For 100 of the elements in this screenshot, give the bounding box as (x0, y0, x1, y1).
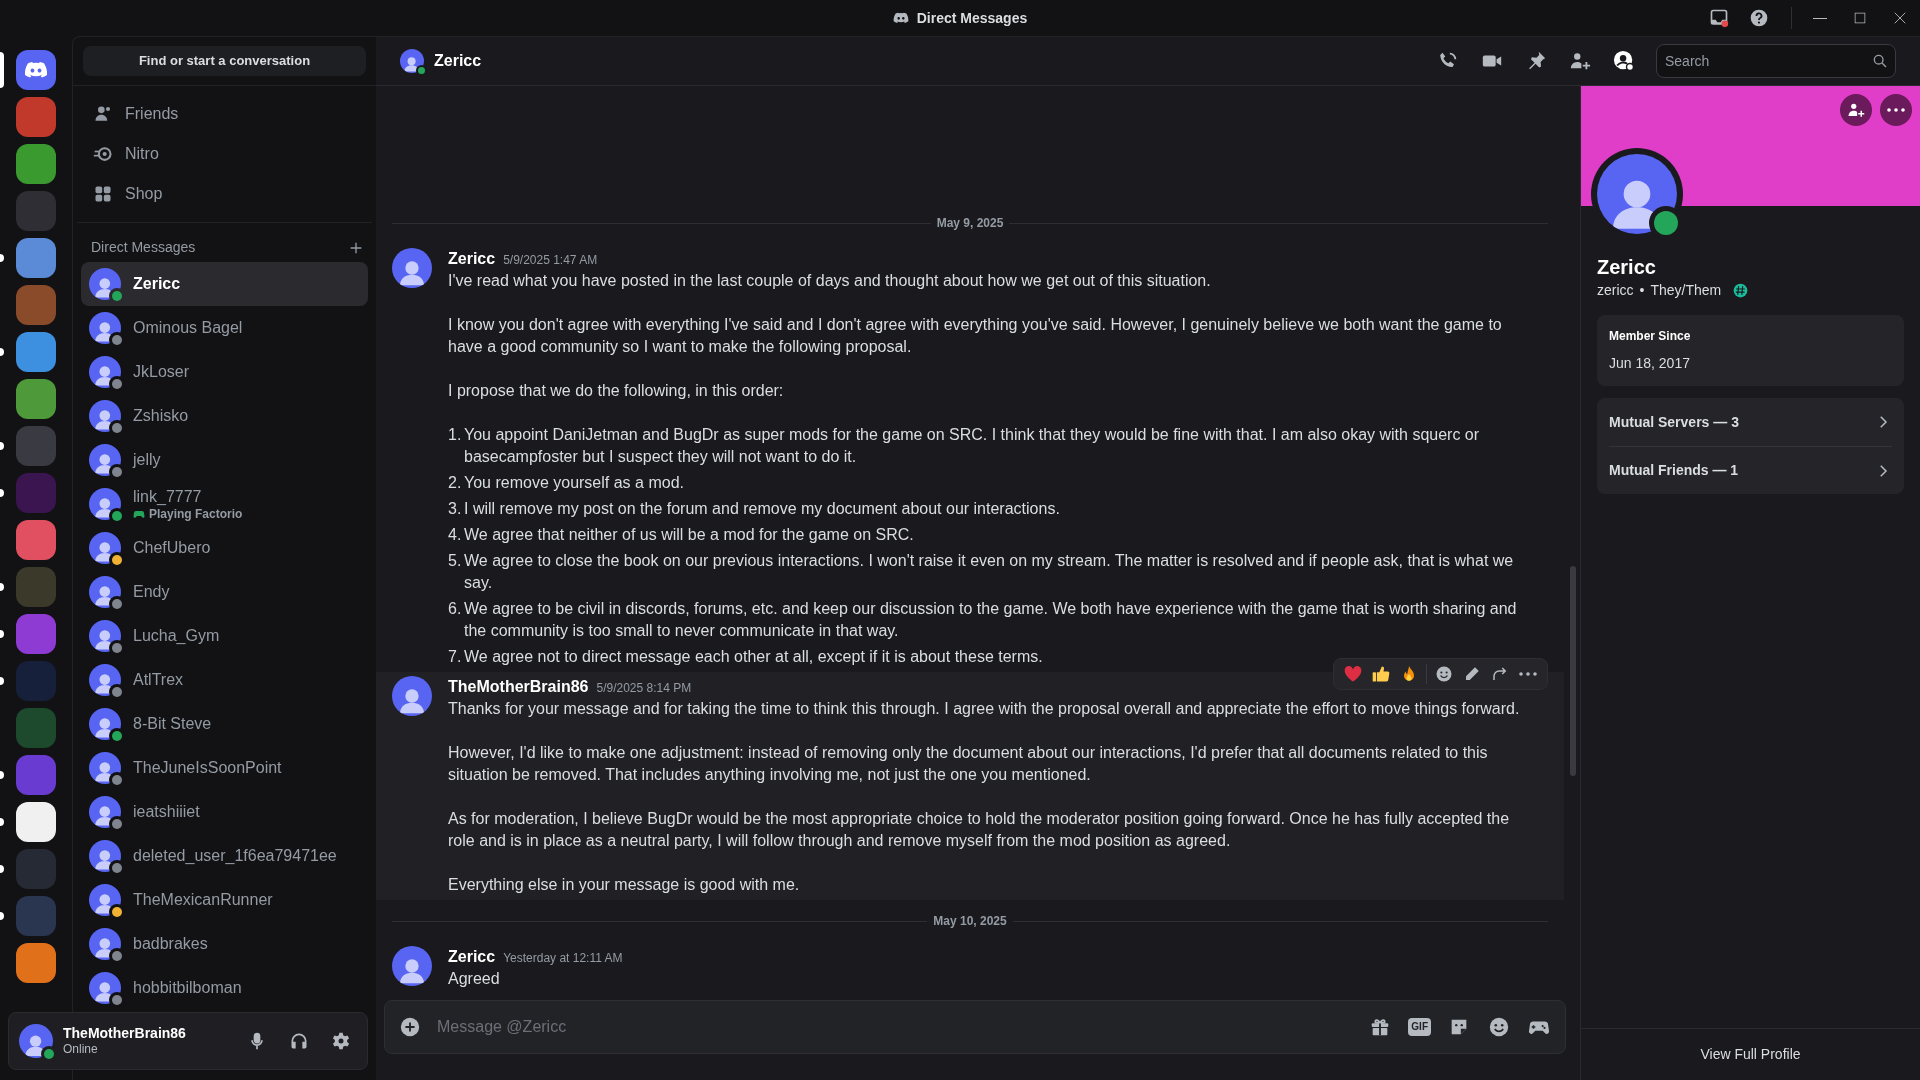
more-icon (1519, 672, 1537, 676)
find-conversation-button[interactable]: Find or start a conversation (83, 46, 366, 76)
dm-name: deleted_user_1f6ea79471ee (133, 846, 337, 866)
user-status: Online (63, 1042, 99, 1057)
dm-item[interactable]: ieatshiiiet (81, 790, 368, 834)
dm-name: hobbitbilboman (133, 978, 242, 998)
section-heading: Direct Messages (91, 238, 196, 257)
server-icon[interactable] (16, 943, 56, 983)
dm-item[interactable]: deleted_user_1f6ea79471ee (81, 834, 368, 878)
home-button[interactable] (16, 50, 56, 90)
member-since-label: Member Since (1609, 328, 1692, 345)
dm-name: Zericc (133, 274, 181, 294)
dm-name: AtlTrex (133, 670, 184, 690)
plus-circle-icon (399, 1016, 421, 1038)
list-number: 4. (448, 525, 462, 545)
gif-button[interactable]: GIF (1408, 1018, 1431, 1036)
shop-icon (93, 184, 113, 204)
headphones-icon (289, 1031, 309, 1051)
more-icon (1887, 108, 1905, 112)
maximize-icon (1851, 9, 1869, 27)
message-text: I've read what you have posted in the last couple of days and thought about how we get out of this situation. (448, 271, 1212, 291)
dm-item[interactable]: AtlTrex (81, 658, 368, 702)
dm-name: Ominous Bagel (133, 318, 243, 338)
mutuals-row[interactable]: Mutual Friends — 1 (1609, 446, 1892, 494)
more-button[interactable] (1880, 94, 1912, 126)
author-name[interactable]: Zericc (448, 946, 496, 968)
user-profile-button[interactable] (1612, 49, 1636, 73)
date-divider: May 10, 2025 (932, 913, 1008, 930)
dm-name: TheJuneIsSoonPoint (133, 758, 282, 778)
dm-name: JkLoser (133, 362, 190, 382)
profile-username: zericc (1597, 281, 1634, 300)
dm-item[interactable]: Zshisko (81, 394, 368, 438)
emoji-button[interactable] (1487, 1015, 1511, 1039)
message-input[interactable]: Message @Zericc (437, 1012, 1353, 1042)
search-icon (1872, 53, 1888, 69)
thumbs-up-icon (1371, 664, 1391, 684)
user-profile-icon (1613, 50, 1635, 72)
settings-icon (331, 1031, 351, 1051)
inbox-icon (1709, 8, 1729, 28)
list-item-text: We agree not to direct message each other at all, except if it is about these terms. (463, 647, 1043, 667)
list-number: 5. (448, 551, 462, 571)
dm-item[interactable]: TheMexicanRunner (81, 878, 368, 922)
mutuals-row[interactable]: Mutual Servers — 3 (1609, 398, 1892, 446)
dm-item[interactable]: Zericc (81, 262, 368, 306)
dm-item[interactable]: TheJuneIsSoonPoint (81, 746, 368, 790)
list-number: 3. (448, 499, 462, 519)
dm-name: badbrakes (133, 934, 208, 954)
add-user-icon (1847, 101, 1865, 119)
dm-name: 8-Bit Steve (133, 714, 212, 734)
dm-item[interactable]: hobbitbilboman (81, 966, 368, 1010)
dm-item[interactable]: JkLoser (81, 350, 368, 394)
nav-item[interactable]: Friends (85, 94, 364, 134)
author-name[interactable]: TheMotherBrain86 (448, 676, 589, 698)
message-text: Thanks for your message and for taking the time to think this through. I agree with the proposal overall and appreciate the effort to move things forward. (448, 699, 1521, 719)
timestamp: 5/9/2025 8:14 PM (596, 680, 692, 697)
minimize-icon (1813, 17, 1827, 19)
list-number: 7. (448, 647, 462, 667)
dm-item[interactable]: ChefUbero (81, 526, 368, 570)
friends-icon (93, 104, 113, 124)
timestamp: 5/9/2025 1:47 AM (503, 252, 598, 269)
dm-item[interactable]: jelly (81, 438, 368, 482)
add-friend-button[interactable] (1840, 94, 1872, 126)
dm-item[interactable]: Ominous Bagel (81, 306, 368, 350)
message-text: I know you don't agree with everything I've said and I don't agree with everything you've said. However, I genuinely believe we both want the game to have a good community so I want to make the following proposal. (448, 315, 1503, 357)
scrollbar[interactable] (1570, 566, 1576, 776)
message-text: Agreed (448, 969, 501, 989)
smiley-icon (1488, 1016, 1510, 1038)
nav-item[interactable]: Shop (85, 174, 364, 214)
search-field[interactable]: Search (1656, 44, 1896, 78)
dm-name: link_7777 (133, 487, 203, 507)
channel-title: Zericc (434, 51, 482, 71)
message-text: Everything else in your message is good with me. (448, 875, 801, 895)
timestamp: Yesterday at 12:11 AM (503, 950, 623, 967)
user-name: TheMotherBrain86 (63, 1025, 187, 1042)
dm-item[interactable]: Lucha_Gym (81, 614, 368, 658)
dm-name: jelly (133, 450, 161, 470)
controller-icon (133, 508, 145, 520)
upload-button[interactable] (399, 1016, 421, 1038)
window-title: Direct Messages (916, 8, 1028, 28)
separator-dot: • (1639, 281, 1645, 300)
pencil-icon (1463, 665, 1481, 683)
dm-name: Zshisko (133, 406, 189, 426)
nitro-icon (93, 144, 113, 164)
profile-pronouns: They/Them (1650, 281, 1722, 300)
view-full-profile-link[interactable]: View Full Profile (1700, 1044, 1801, 1065)
help-icon (1749, 8, 1769, 28)
list-number: 1. (448, 425, 462, 445)
message-composer[interactable]: Message @Zericc GIF (384, 1000, 1566, 1054)
message-text: As for moderation, I believe BugDr would be the most appropriate choice to hold the moderator position going forward. Once he has fully accepted the role and is in place as a neutral party, I will follow through and remove myself from the mod position as agreed. (448, 809, 1511, 851)
message-text: I propose that we do the following, in this order: (448, 381, 785, 401)
dm-item[interactable]: badbrakes (81, 922, 368, 966)
dm-item[interactable]: link_7777 Playing Factorio (81, 482, 368, 526)
server-icon[interactable] (16, 802, 56, 842)
selected-indicator (0, 52, 4, 88)
dm-item[interactable]: 8-Bit Steve (81, 702, 368, 746)
author-name[interactable]: Zericc (448, 248, 496, 270)
nav-item[interactable]: Nitro (85, 134, 364, 174)
dm-item[interactable]: Endy (81, 570, 368, 614)
hashtag-badge-icon (1733, 283, 1749, 298)
date-divider: May 9, 2025 (935, 215, 1005, 232)
